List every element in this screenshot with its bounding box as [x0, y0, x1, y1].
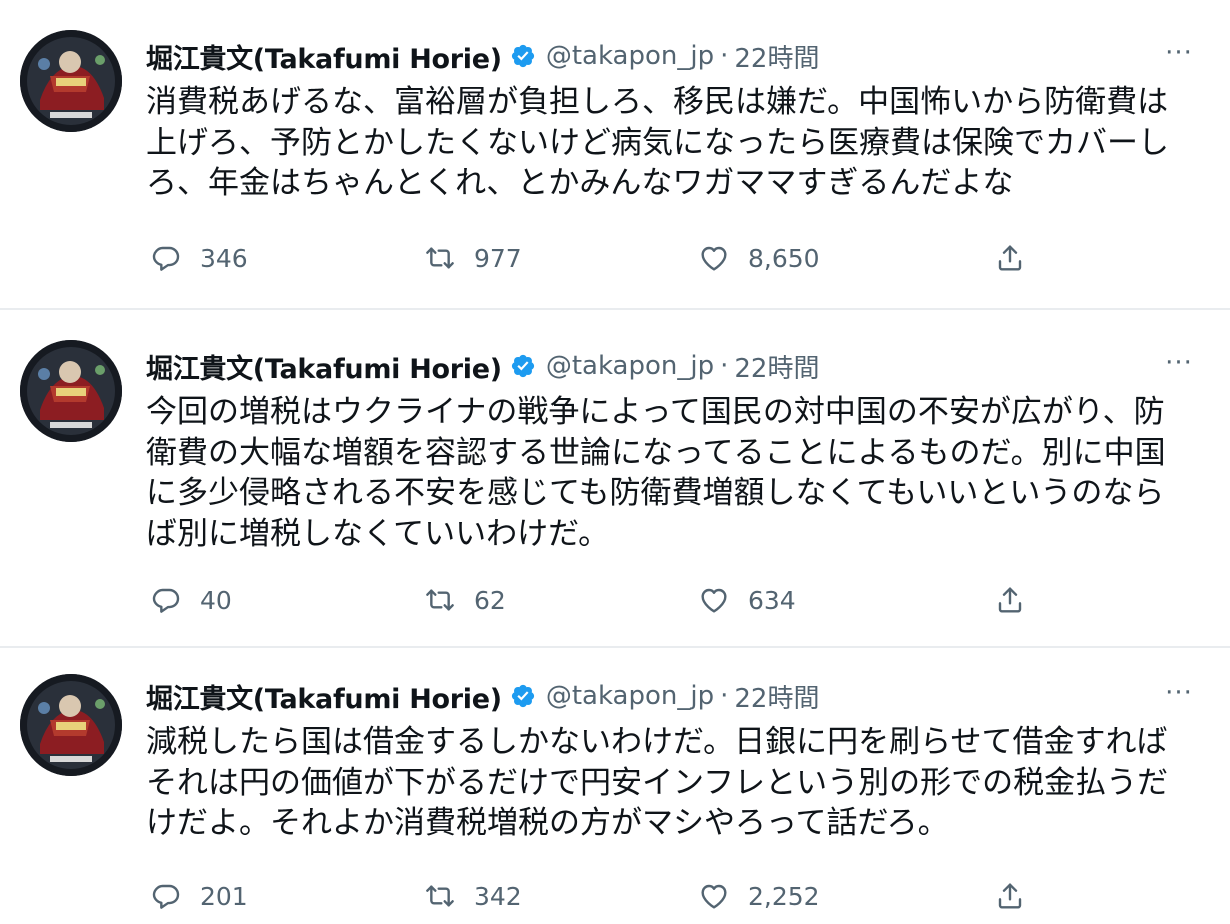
separator: · — [720, 351, 729, 381]
share-icon — [994, 584, 1026, 616]
tweet-text-line: 衛費の大幅な増額を容認する世論になってることによるものだ。別に中国 — [146, 434, 1166, 471]
tweet-text: 減税したら国は借金するしかないわけだ。日銀に円を刷らせて借金すれば それは円の価… — [146, 722, 1186, 844]
reply-button[interactable]: 40 — [150, 580, 232, 620]
retweet-button[interactable]: 342 — [424, 876, 522, 916]
verified-badge-icon — [510, 683, 536, 709]
author-handle[interactable]: @takapon_jp — [546, 351, 714, 381]
tweet-text-line: けだよ。それよか消費税増税の方がマシやろって話だろ。 — [146, 805, 949, 841]
retweet-icon — [424, 880, 456, 912]
heart-icon — [698, 242, 730, 274]
share-button[interactable] — [994, 238, 1026, 278]
avatar[interactable] — [20, 340, 122, 442]
like-count: 2,252 — [748, 881, 820, 911]
tweet[interactable]: 堀江貴文(Takafumi Horie) @takapon_jp · 22時間 … — [0, 648, 1230, 924]
retweet-icon — [424, 242, 456, 274]
reply-icon — [150, 242, 182, 274]
reply-button[interactable]: 346 — [150, 238, 248, 278]
retweet-count: 342 — [474, 881, 522, 911]
retweet-count: 977 — [474, 243, 522, 273]
tweet-text-line: それは円の価値が下がるだけで円安インフレという別の形での税金払うだ — [146, 764, 1169, 801]
share-button[interactable] — [994, 580, 1026, 620]
more-icon[interactable]: ··· — [1162, 678, 1196, 708]
tweet-text: 消費税あげるな、富裕層が負担しろ、移民は嫌だ。中国怖いから防衛費は 上げろ、予防… — [146, 82, 1186, 204]
reply-count: 40 — [200, 585, 232, 615]
tweet-text-line: ろ、年金はちゃんとくれ、とかみんなワガママすぎるんだよな — [146, 165, 1014, 201]
separator: · — [720, 681, 729, 711]
heart-icon — [698, 584, 730, 616]
like-count: 8,650 — [748, 243, 820, 273]
reply-icon — [150, 584, 182, 616]
retweet-button[interactable]: 62 — [424, 580, 506, 620]
tweet-header: 堀江貴文(Takafumi Horie) @takapon_jp · 22時間 — [146, 36, 819, 76]
author-handle[interactable]: @takapon_jp — [546, 41, 714, 71]
timestamp[interactable]: 22時間 — [734, 348, 819, 385]
tweet-text-line: 上げろ、予防とかしたくないけど病気になったら医療費は保険でカバーし — [146, 124, 1169, 161]
like-button[interactable]: 634 — [698, 580, 796, 620]
tweet[interactable]: 堀江貴文(Takafumi Horie) @takapon_jp · 22時間 … — [0, 310, 1230, 648]
timestamp[interactable]: 22時間 — [734, 678, 819, 715]
share-icon — [994, 242, 1026, 274]
author-handle[interactable]: @takapon_jp — [546, 681, 714, 711]
tweet-text-line: 消費税あげるな、富裕層が負担しろ、移民は嫌だ。中国怖いから防衛費は — [146, 84, 1169, 120]
verified-badge-icon — [510, 353, 536, 379]
tweet-text-line: 今回の増税はウクライナの戦争によって国民の対中国の不安が広がり、防 — [146, 394, 1165, 430]
avatar[interactable] — [20, 30, 122, 132]
author-name[interactable]: 堀江貴文(Takafumi Horie) — [146, 37, 502, 76]
reply-count: 201 — [200, 881, 248, 911]
tweet-text-line: に多少侵略される不安を感じても防衛費増額しなくてもいいというのなら — [146, 475, 1165, 511]
verified-badge-icon — [510, 43, 536, 69]
tweet-actions: 346 977 8,650 — [146, 238, 1046, 278]
avatar[interactable] — [20, 674, 122, 776]
timestamp[interactable]: 22時間 — [734, 38, 819, 75]
tweet-text-line: ば別に増税しなくていいわけだ。 — [146, 515, 610, 552]
heart-icon — [698, 880, 730, 912]
separator: · — [720, 41, 729, 71]
reply-icon — [150, 880, 182, 912]
tweet-header: 堀江貴文(Takafumi Horie) @takapon_jp · 22時間 — [146, 346, 819, 386]
tweet-header: 堀江貴文(Takafumi Horie) @takapon_jp · 22時間 — [146, 676, 819, 716]
tweet[interactable]: 堀江貴文(Takafumi Horie) @takapon_jp · 22時間 … — [0, 0, 1230, 310]
like-button[interactable]: 8,650 — [698, 238, 820, 278]
author-name[interactable]: 堀江貴文(Takafumi Horie) — [146, 347, 502, 386]
tweet-text-line: 減税したら国は借金するしかないわけだ。日銀に円を刷らせて借金すれば — [146, 724, 1168, 760]
tweet-text: 今回の増税はウクライナの戦争によって国民の対中国の不安が広がり、防 衛費の大幅な… — [146, 392, 1186, 554]
reply-button[interactable]: 201 — [150, 876, 248, 916]
more-icon[interactable]: ··· — [1162, 348, 1196, 378]
tweet-timeline: 堀江貴文(Takafumi Horie) @takapon_jp · 22時間 … — [0, 0, 1230, 924]
share-icon — [994, 880, 1026, 912]
like-button[interactable]: 2,252 — [698, 876, 820, 916]
tweet-actions: 40 62 634 — [146, 580, 1046, 620]
retweet-icon — [424, 584, 456, 616]
retweet-count: 62 — [474, 585, 506, 615]
retweet-button[interactable]: 977 — [424, 238, 522, 278]
like-count: 634 — [748, 585, 796, 615]
tweet-actions: 201 342 2,252 — [146, 876, 1046, 916]
share-button[interactable] — [994, 876, 1026, 916]
reply-count: 346 — [200, 243, 248, 273]
more-icon[interactable]: ··· — [1162, 38, 1196, 68]
author-name[interactable]: 堀江貴文(Takafumi Horie) — [146, 677, 502, 716]
